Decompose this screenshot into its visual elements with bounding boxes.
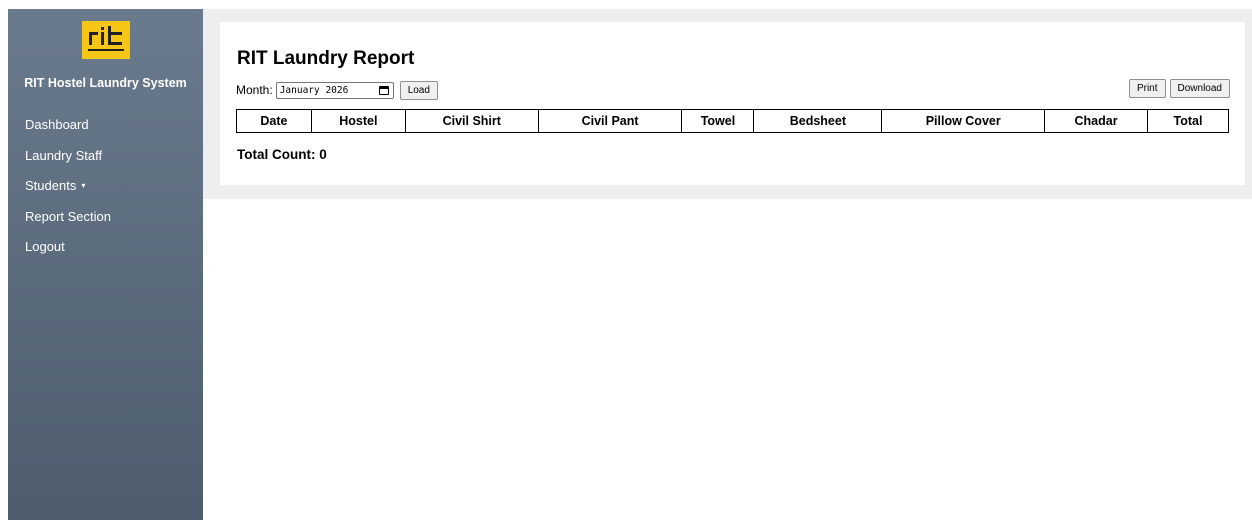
column-header-hostel: Hostel xyxy=(310,109,406,133)
month-label: Month: xyxy=(236,83,273,97)
column-header-towel: Towel xyxy=(681,109,755,133)
report-table: Date Hostel Civil Shirt Civil Pant Towel… xyxy=(236,109,1229,133)
sidebar-item-label: Dashboard xyxy=(25,117,89,132)
table-header-row: Date Hostel Civil Shirt Civil Pant Towel… xyxy=(236,109,1229,133)
column-header-bedsheet: Bedsheet xyxy=(753,109,883,133)
sidebar-item-label: Laundry Staff xyxy=(25,147,103,163)
report-panel: RIT Laundry Report Month: January 2026 L… xyxy=(220,22,1245,185)
column-header-civil-pant: Civil Pant xyxy=(537,109,683,133)
column-header-date: Date xyxy=(236,109,312,133)
column-header-civil-shirt: Civil Shirt xyxy=(404,109,539,133)
month-controls: Month: January 2026 Load xyxy=(236,80,438,100)
action-buttons: Print Download xyxy=(1128,79,1230,98)
month-value: January 2026 xyxy=(279,84,349,96)
rit-logo-icon xyxy=(81,21,130,59)
sidebar-item-logout[interactable]: Logout xyxy=(8,232,203,263)
total-count: Total Count: 0 xyxy=(237,147,327,162)
column-header-chadar: Chadar xyxy=(1044,109,1149,133)
print-button[interactable]: Print xyxy=(1128,79,1166,98)
sidebar-item-label: Report Section xyxy=(25,208,111,224)
sidebar-nav: Dashboard Laundry Staff Students ▾ Report… xyxy=(8,110,203,263)
app-root: RIT Hostel Laundry System Dashboard Laun… xyxy=(0,0,1252,520)
sidebar-item-students[interactable]: Students ▾ xyxy=(8,171,203,202)
brand-name: RIT Hostel Laundry System xyxy=(24,76,187,90)
column-header-pillow-cover: Pillow Cover xyxy=(881,109,1046,133)
load-button[interactable]: Load xyxy=(399,80,438,100)
brand: RIT Hostel Laundry System xyxy=(8,9,203,90)
column-header-total: Total xyxy=(1147,109,1229,133)
page-title: RIT Laundry Report xyxy=(237,48,415,69)
sidebar-item-report-section[interactable]: Report Section xyxy=(8,202,203,233)
chevron-down-icon: ▾ xyxy=(81,181,86,191)
sidebar-item-dashboard[interactable]: Dashboard xyxy=(8,110,203,141)
download-button[interactable]: Download xyxy=(1169,79,1230,98)
month-input[interactable]: January 2026 xyxy=(275,81,394,99)
calendar-icon[interactable] xyxy=(378,85,389,95)
sidebar-item-label: Students xyxy=(25,178,77,193)
sidebar-item-laundry-staff[interactable]: Laundry Staff xyxy=(8,141,203,172)
sidebar: RIT Hostel Laundry System Dashboard Laun… xyxy=(8,9,203,520)
sidebar-item-label: Logout xyxy=(25,239,65,254)
